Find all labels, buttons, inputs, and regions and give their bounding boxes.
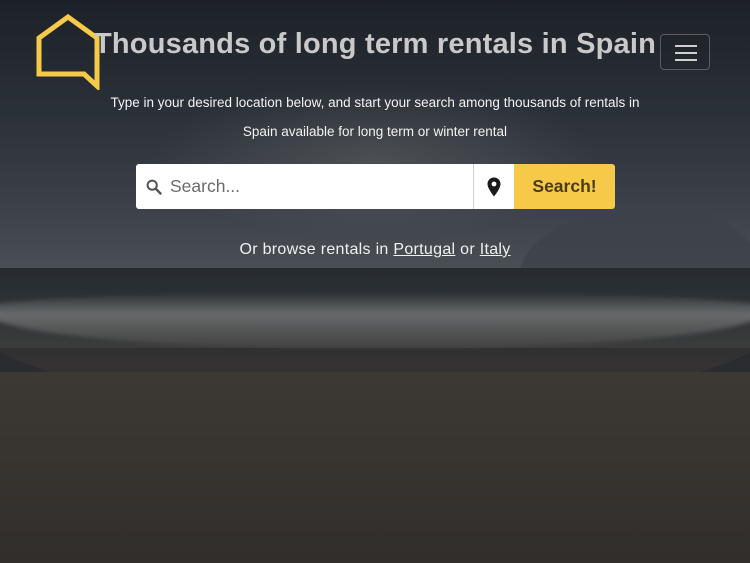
page-title: Thousands of long term rentals in Spain bbox=[93, 28, 657, 60]
search-button[interactable]: Search! bbox=[514, 164, 615, 209]
intro-text: Type in your desired location below, and… bbox=[80, 88, 670, 146]
search-input[interactable] bbox=[170, 164, 465, 209]
search-bar: Search! bbox=[136, 164, 615, 209]
search-icon bbox=[146, 179, 162, 195]
browse-connector: or bbox=[455, 241, 480, 258]
intro-line-2: Spain available for long term or winter … bbox=[242, 124, 508, 139]
browse-links: Or browse rentals in Portugal or Italy bbox=[100, 241, 650, 259]
italy-link[interactable]: Italy bbox=[480, 241, 511, 258]
search-field bbox=[136, 164, 473, 209]
menu-bar bbox=[675, 59, 697, 61]
hamburger-menu-icon[interactable] bbox=[660, 34, 710, 70]
sand bbox=[0, 372, 750, 563]
portugal-link[interactable]: Portugal bbox=[393, 241, 455, 258]
browse-prefix: Or browse rentals in bbox=[239, 241, 394, 258]
menu-bar bbox=[675, 45, 697, 47]
intro-line-1: Type in your desired location below, and… bbox=[110, 95, 640, 110]
map-pin-icon bbox=[487, 177, 501, 197]
menu-bar bbox=[675, 52, 697, 54]
background-beach-image bbox=[0, 0, 750, 563]
location-button[interactable] bbox=[473, 164, 514, 209]
